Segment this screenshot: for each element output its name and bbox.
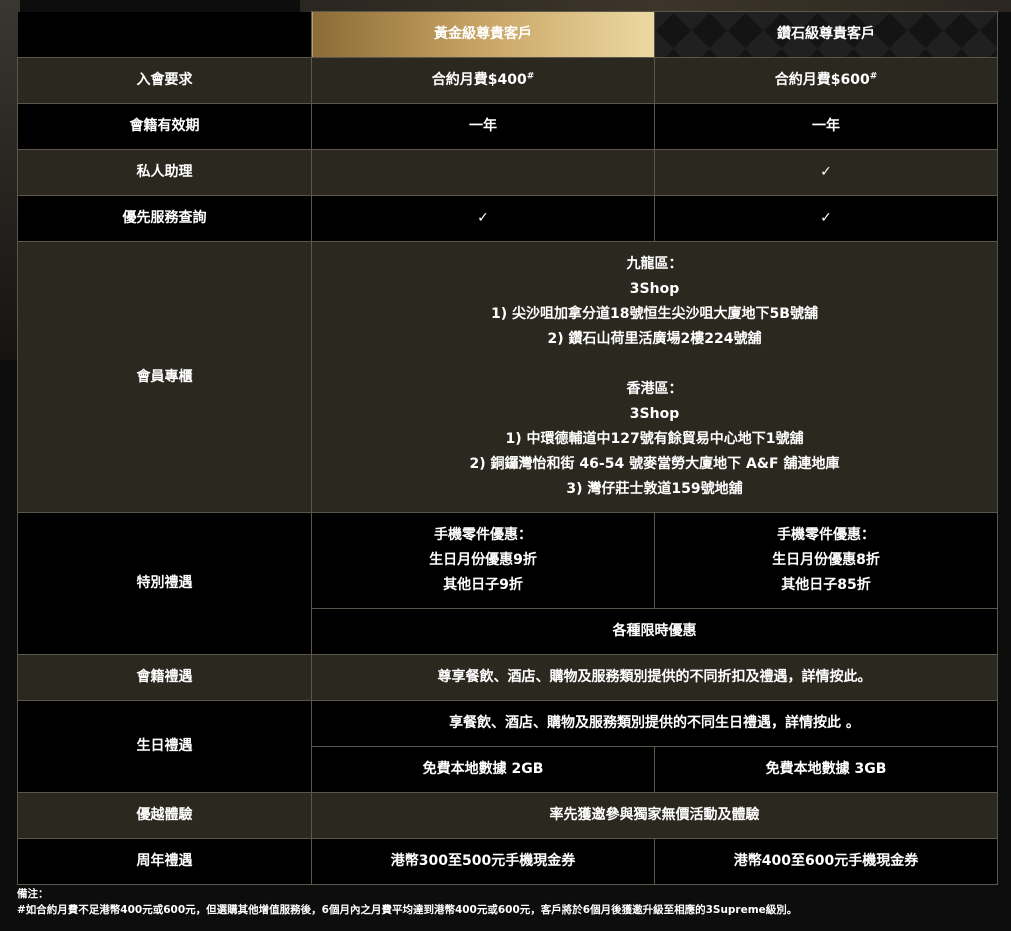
diamond-cell: 手機零件優惠： 生日月份優惠8折 其他日子85折 [654, 512, 998, 609]
diamond-cell: 免費本地數據 3GB [654, 746, 998, 793]
check-icon: ✓ [654, 195, 998, 242]
row-label: 生日禮遇 [17, 700, 312, 793]
footnote-mark: # [526, 71, 535, 82]
gold-cell: 免費本地數據 2GB [311, 746, 655, 793]
row-label: 優越體驗 [17, 792, 312, 839]
experience-cell: 率先獲邀參與獨家無價活動及體驗 [311, 792, 998, 839]
shop-brand: 3Shop [629, 406, 680, 422]
row-label: 特別禮遇 [17, 512, 312, 655]
region-title-hk: 香港區： [626, 381, 683, 397]
birthday-discount: 生日月份優惠9折 [429, 552, 537, 568]
diamond-tier-header: 鑽石級尊貴客戶 [654, 11, 998, 58]
diamond-fee: 合約月費$600 [774, 72, 870, 88]
shop-address: 2) 鑽石山荷里活廣場2樓224號舖 [547, 331, 762, 347]
limited-offers-cell: 各種限時優惠 [311, 608, 998, 655]
shop-address: 2) 銅鑼灣怡和街 46-54 號麥當勞大廈地下 A&F 舖連地庫 [469, 456, 840, 472]
header-corner [17, 11, 312, 58]
footnote-text: #如合約月費不足港幣400元或600元，但選購其他增值服務後，6個月內之月費平均… [17, 904, 798, 916]
other-discount: 其他日子9折 [443, 577, 523, 593]
row-birthday-perks: 生日禮遇 享餐飲、酒店、購物及服務類別提供的不同生日禮遇，詳情按此 。 [17, 700, 998, 793]
row-label: 會籍禮遇 [17, 654, 312, 701]
region-title-kowloon: 九龍區： [626, 256, 683, 272]
row-personal-assistant: 私人助理 ✓ [17, 149, 998, 196]
footnote-mark: # [869, 71, 878, 82]
gold-cell: 港幣300至500元手機現金券 [311, 838, 655, 885]
shop-address: 1) 中環德輔道中127號有餘貿易中心地下1號舖 [505, 431, 804, 447]
birthday-discount: 生日月份優惠8折 [772, 552, 880, 568]
row-label: 優先服務查詢 [17, 195, 312, 242]
footnotes: 備注： #如合約月費不足港幣400元或600元，但選購其他增值服務後，6個月內之… [17, 886, 997, 918]
parts-offer-title: 手機零件優惠： [777, 527, 875, 543]
row-special-offers: 特別禮遇 手機零件優惠： 生日月份優惠9折 其他日子9折 手機零件優惠： 生日月… [17, 512, 998, 655]
diamond-cell: 一年 [654, 103, 998, 150]
row-validity: 會籍有效期 一年 一年 [17, 103, 998, 150]
row-label: 會籍有效期 [17, 103, 312, 150]
shop-address: 3) 灣仔莊士敦道159號地舖 [566, 481, 743, 497]
parts-offer-title: 手機零件優惠： [434, 527, 532, 543]
gold-cell: 一年 [311, 103, 655, 150]
other-discount: 其他日子85折 [781, 577, 871, 593]
birthday-perks-link[interactable]: 享餐飲、酒店、購物及服務類別提供的不同生日禮遇，詳情按此 。 [311, 700, 998, 747]
header-row: 黃金級尊貴客戶 鑽石級尊貴客戶 [17, 11, 998, 58]
row-membership-requirement: 入會要求 合約月費$400# 合約月費$600# [17, 57, 998, 104]
footnote-title: 備注： [17, 888, 49, 900]
check-icon: ✓ [311, 195, 655, 242]
gold-cell: 手機零件優惠： 生日月份優惠9折 其他日子9折 [311, 512, 655, 609]
row-label: 周年禮遇 [17, 838, 312, 885]
row-member-counter: 會員專櫃 九龍區： 3Shop 1) 尖沙咀加拿分道18號恒生尖沙咀大廈地下5B… [17, 241, 998, 513]
shop-address: 1) 尖沙咀加拿分道18號恒生尖沙咀大廈地下5B號舖 [491, 306, 818, 322]
tier-comparison-table: 黃金級尊貴客戶 鑽石級尊貴客戶 入會要求 合約月費$400# 合約月費$600#… [17, 11, 998, 885]
diamond-cell: 合約月費$600# [654, 57, 998, 104]
gold-fee: 合約月費$400 [431, 72, 527, 88]
check-icon: ✓ [654, 149, 998, 196]
gold-tier-header: 黃金級尊貴客戶 [311, 11, 655, 58]
row-exclusive-experience: 優越體驗 率先獲邀參與獨家無價活動及體驗 [17, 792, 998, 839]
row-label: 會員專櫃 [17, 241, 312, 513]
row-anniversary: 周年禮遇 港幣300至500元手機現金券 港幣400至600元手機現金券 [17, 838, 998, 885]
row-label: 私人助理 [17, 149, 312, 196]
shop-locations: 九龍區： 3Shop 1) 尖沙咀加拿分道18號恒生尖沙咀大廈地下5B號舖 2)… [311, 241, 998, 513]
gold-cell: 合約月費$400# [311, 57, 655, 104]
shop-brand: 3Shop [629, 281, 680, 297]
gold-cell [311, 149, 655, 196]
diamond-cell: 港幣400至600元手機現金券 [654, 838, 998, 885]
row-label: 入會要求 [17, 57, 312, 104]
row-membership-perks: 會籍禮遇 尊享餐飲、酒店、購物及服務類別提供的不同折扣及禮遇，詳情按此。 [17, 654, 998, 701]
membership-perks-link[interactable]: 尊享餐飲、酒店、購物及服務類別提供的不同折扣及禮遇，詳情按此。 [311, 654, 998, 701]
row-priority-service: 優先服務查詢 ✓ ✓ [17, 195, 998, 242]
